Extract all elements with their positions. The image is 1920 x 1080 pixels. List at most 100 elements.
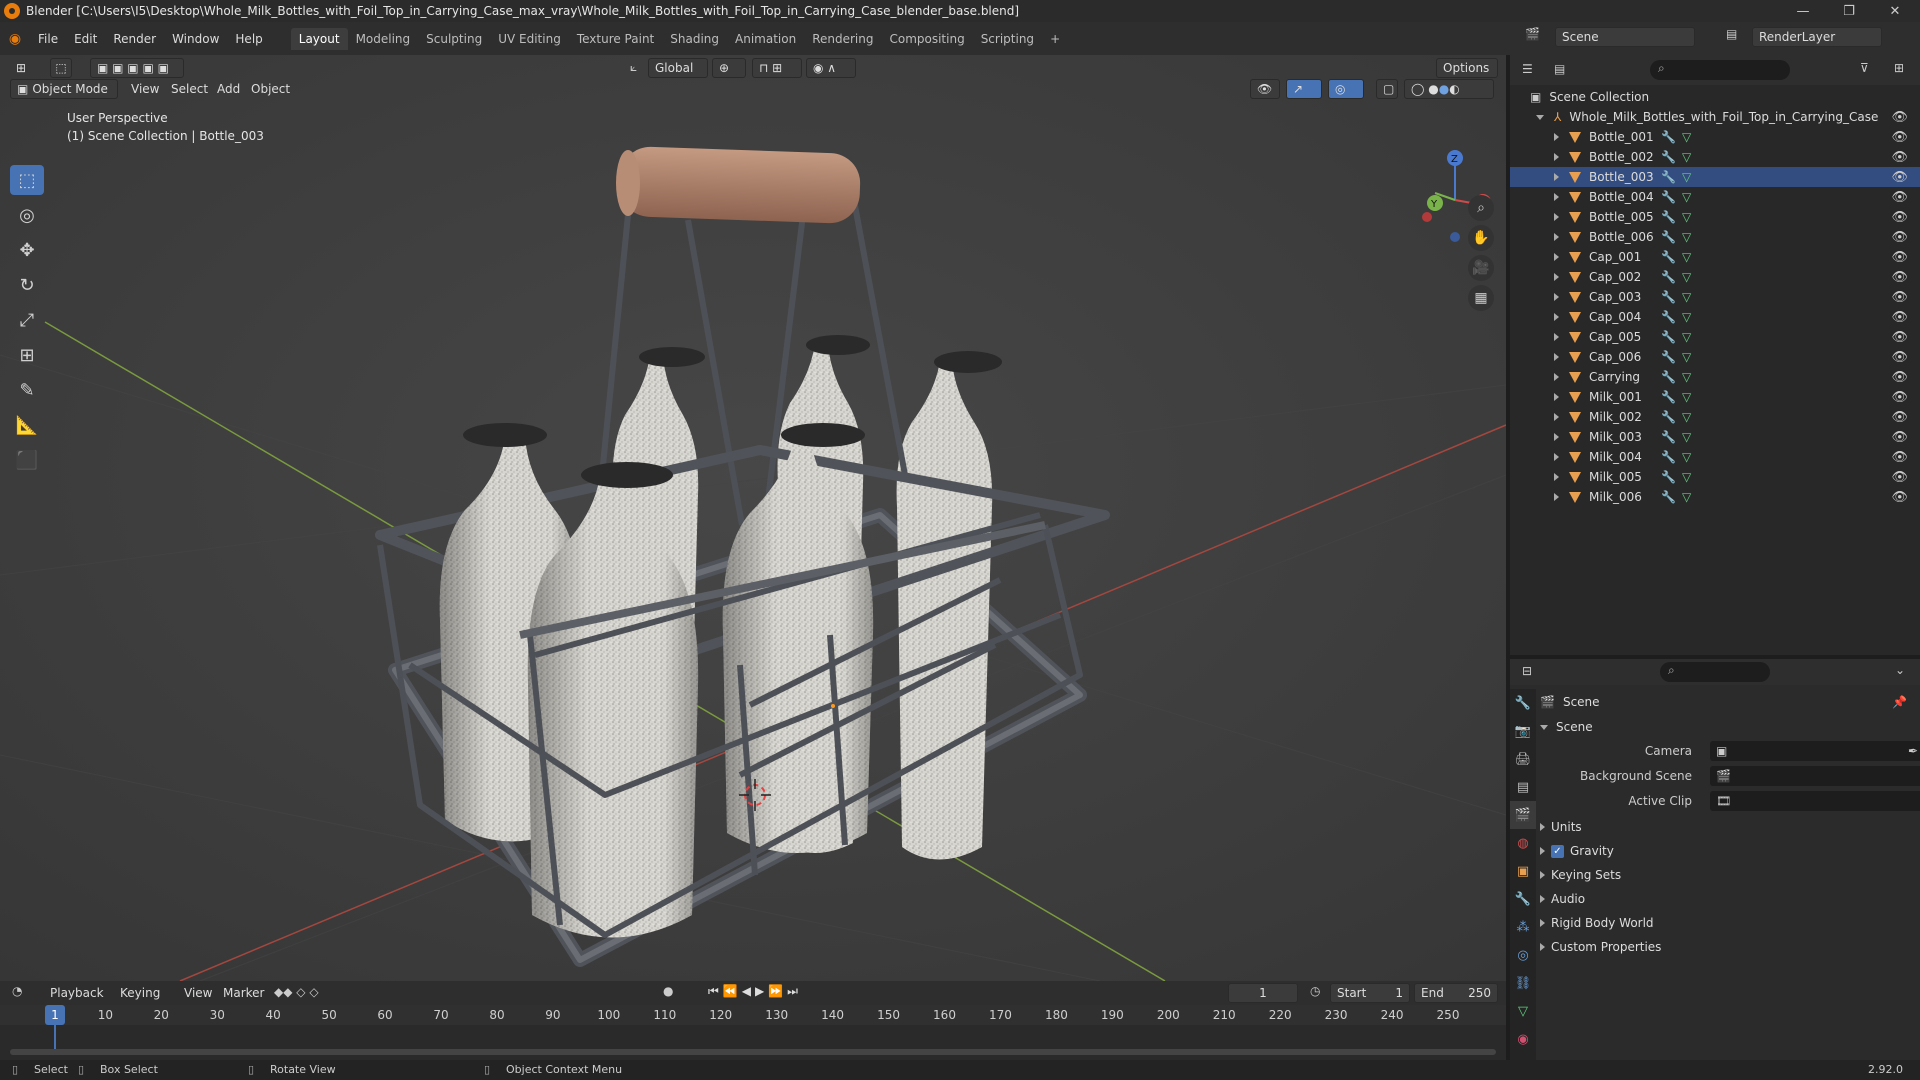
select-box-tool-icon[interactable]: ⬚	[10, 165, 44, 195]
visibility-eye-icon[interactable]: 👁	[1891, 430, 1908, 445]
rotate-tool-icon[interactable]: ↻	[10, 270, 44, 300]
menu-help[interactable]: Help	[227, 32, 270, 46]
properties-search-input[interactable]	[1660, 662, 1770, 682]
playback-controls-icons[interactable]: ⏮⏪◀▶⏩⏭	[708, 984, 802, 999]
expand-arrow-icon[interactable]	[1554, 373, 1559, 381]
modifier-wrench-icon[interactable]: 🔧	[1661, 350, 1676, 364]
visibility-eye-icon[interactable]: 👁	[1891, 150, 1908, 165]
mesh-data-icon[interactable]: ▽	[1682, 330, 1691, 344]
frame-ruler[interactable]: 1 10 20 30 40 50 60 70 80 90 100 110 120 130 140 150 160…	[0, 1005, 1506, 1055]
mesh-data-icon[interactable]: ▽	[1682, 230, 1691, 244]
outliner-item[interactable]: Bottle_005 🔧 ▽ 👁	[1510, 207, 1920, 227]
modifier-wrench-icon[interactable]: 🔧	[1661, 470, 1676, 484]
modifier-wrench-icon[interactable]: 🔧	[1661, 310, 1676, 324]
outliner-search-input[interactable]	[1650, 60, 1790, 80]
mesh-data-icon[interactable]: ▽	[1682, 410, 1691, 424]
expand-arrow-icon[interactable]	[1554, 193, 1559, 201]
subpanel-header[interactable]: Keying Sets	[1540, 864, 1915, 886]
renderlayer-selector[interactable]: RenderLayer	[1752, 27, 1882, 47]
visibility-eye-icon[interactable]: 👁	[1891, 390, 1908, 405]
scene-tab-icon[interactable]: 🎬	[1510, 801, 1536, 829]
modifier-wrench-icon[interactable]: 🔧	[1661, 130, 1676, 144]
viewport-menu-add[interactable]: Add	[217, 82, 240, 96]
mesh-data-icon[interactable]: ▽	[1682, 210, 1691, 224]
visibility-eye-icon[interactable]: 👁	[1891, 310, 1908, 325]
expand-arrow-icon[interactable]	[1554, 413, 1559, 421]
select-tool-icon[interactable]: ⬚	[50, 58, 72, 78]
modifier-wrench-icon[interactable]: 🔧	[1661, 270, 1676, 284]
camera-field[interactable]	[1710, 741, 1920, 761]
expand-arrow-icon[interactable]	[1554, 313, 1559, 321]
physics-tab-icon[interactable]: ◎	[1510, 941, 1536, 969]
outliner-item[interactable]: Bottle_001 🔧 ▽ 👁	[1510, 127, 1920, 147]
mesh-data-icon[interactable]: ▽	[1682, 150, 1691, 164]
outliner-collection-row[interactable]: ⅄ Whole_Milk_Bottles_with_Foil_Top_in_Ca…	[1510, 107, 1920, 127]
visibility-eye-icon[interactable]: 👁	[1891, 350, 1908, 365]
subpanel-header[interactable]: Rigid Body World	[1540, 912, 1915, 934]
visibility-eye-icon[interactable]: 👁	[1891, 490, 1908, 505]
world-tab-icon[interactable]: ◍	[1510, 829, 1536, 857]
outliner-item[interactable]: Milk_002 🔧 ▽ 👁	[1510, 407, 1920, 427]
add-cube-tool-icon[interactable]: ⬛	[10, 445, 44, 475]
visibility-eye-icon[interactable]: 👁	[1891, 230, 1908, 245]
outliner-item[interactable]: Cap_002 🔧 ▽ 👁	[1510, 267, 1920, 287]
tab-modeling[interactable]: Modeling	[348, 28, 419, 50]
object-tab-icon[interactable]: ▣	[1510, 857, 1536, 885]
blender-menu-icon[interactable]: ◉	[0, 31, 30, 47]
modifier-wrench-icon[interactable]: 🔧	[1661, 230, 1676, 244]
subpanel-header[interactable]: ✓ Gravity	[1540, 840, 1915, 862]
tab-compositing[interactable]: Compositing	[881, 28, 972, 50]
visibility-icon[interactable]: 👁	[1250, 79, 1280, 99]
material-tab-icon[interactable]: ◉	[1510, 1025, 1536, 1053]
outliner-item[interactable]: Cap_004 🔧 ▽ 👁	[1510, 307, 1920, 327]
eyedropper-icon[interactable]: ✒	[1908, 744, 1918, 758]
mesh-data-icon[interactable]: ▽	[1682, 310, 1691, 324]
overlay-toggle-icon[interactable]: ◎	[1328, 79, 1364, 99]
gravity-checkbox[interactable]: ✓	[1551, 844, 1564, 858]
particles-tab-icon[interactable]: ⁂	[1510, 913, 1536, 941]
outliner-item[interactable]: Bottle_003 🔧 ▽ 👁	[1510, 167, 1920, 187]
tab-texture-paint[interactable]: Texture Paint	[569, 28, 662, 50]
mesh-data-icon[interactable]: ▽	[1682, 250, 1691, 264]
modifier-wrench-icon[interactable]: 🔧	[1661, 410, 1676, 424]
timeline-menu-playback[interactable]: Playback	[44, 983, 112, 1003]
ortho-grid-icon[interactable]: ▦	[1468, 285, 1494, 311]
maximize-button[interactable]: ❐	[1826, 0, 1872, 22]
outliner-item[interactable]: Milk_006 🔧 ▽ 👁	[1510, 487, 1920, 507]
expand-arrow-icon[interactable]	[1554, 233, 1559, 241]
cursor-tool-icon[interactable]: ◎	[10, 200, 44, 230]
transform-tool-icon[interactable]: ⊞	[10, 340, 44, 370]
pivot-point-icon[interactable]: ⊕	[712, 58, 746, 78]
xray-toggle-icon[interactable]: ▢	[1376, 79, 1398, 99]
editor-type-icon[interactable]: ⊞	[10, 58, 40, 78]
gizmo-toggle-icon[interactable]: ↗	[1286, 79, 1322, 99]
scene-panel-header[interactable]: Scene	[1540, 716, 1915, 738]
tab-scripting[interactable]: Scripting	[973, 28, 1042, 50]
mesh-data-icon[interactable]: ▽	[1682, 490, 1691, 504]
expand-arrow-icon[interactable]	[1554, 473, 1559, 481]
timeline-menu-view[interactable]: View	[184, 986, 212, 1000]
menu-file[interactable]: File	[30, 32, 66, 46]
visibility-eye-icon[interactable]: 👁	[1891, 250, 1908, 265]
tab-uv-editing[interactable]: UV Editing	[490, 28, 569, 50]
menu-window[interactable]: Window	[164, 32, 227, 46]
outliner-item[interactable]: Bottle_004 🔧 ▽ 👁	[1510, 187, 1920, 207]
mesh-data-icon[interactable]: ▽	[1682, 290, 1691, 304]
tab-rendering[interactable]: Rendering	[804, 28, 881, 50]
menu-render[interactable]: Render	[105, 32, 164, 46]
active-clip-field[interactable]	[1710, 791, 1920, 811]
modifier-wrench-icon[interactable]: 🔧	[1661, 250, 1676, 264]
visibility-eye-icon[interactable]: 👁	[1891, 330, 1908, 345]
data-tab-icon[interactable]: ▽	[1510, 997, 1536, 1025]
expand-arrow-icon[interactable]	[1554, 133, 1559, 141]
camera-view-icon[interactable]: 🎥	[1468, 255, 1494, 281]
options-dropdown[interactable]: Options	[1436, 58, 1498, 78]
pin-icon[interactable]: 📌	[1892, 695, 1907, 709]
mesh-data-icon[interactable]: ▽	[1682, 470, 1691, 484]
mode-dropdown[interactable]: ▣ Object Mode	[10, 79, 118, 99]
new-collection-icon[interactable]: ⊞	[1894, 61, 1904, 75]
expand-arrow-icon[interactable]	[1554, 173, 1559, 181]
expand-arrow-icon[interactable]	[1554, 153, 1559, 161]
visibility-eye-icon[interactable]: 👁	[1891, 370, 1908, 385]
modifier-wrench-icon[interactable]: 🔧	[1661, 190, 1676, 204]
